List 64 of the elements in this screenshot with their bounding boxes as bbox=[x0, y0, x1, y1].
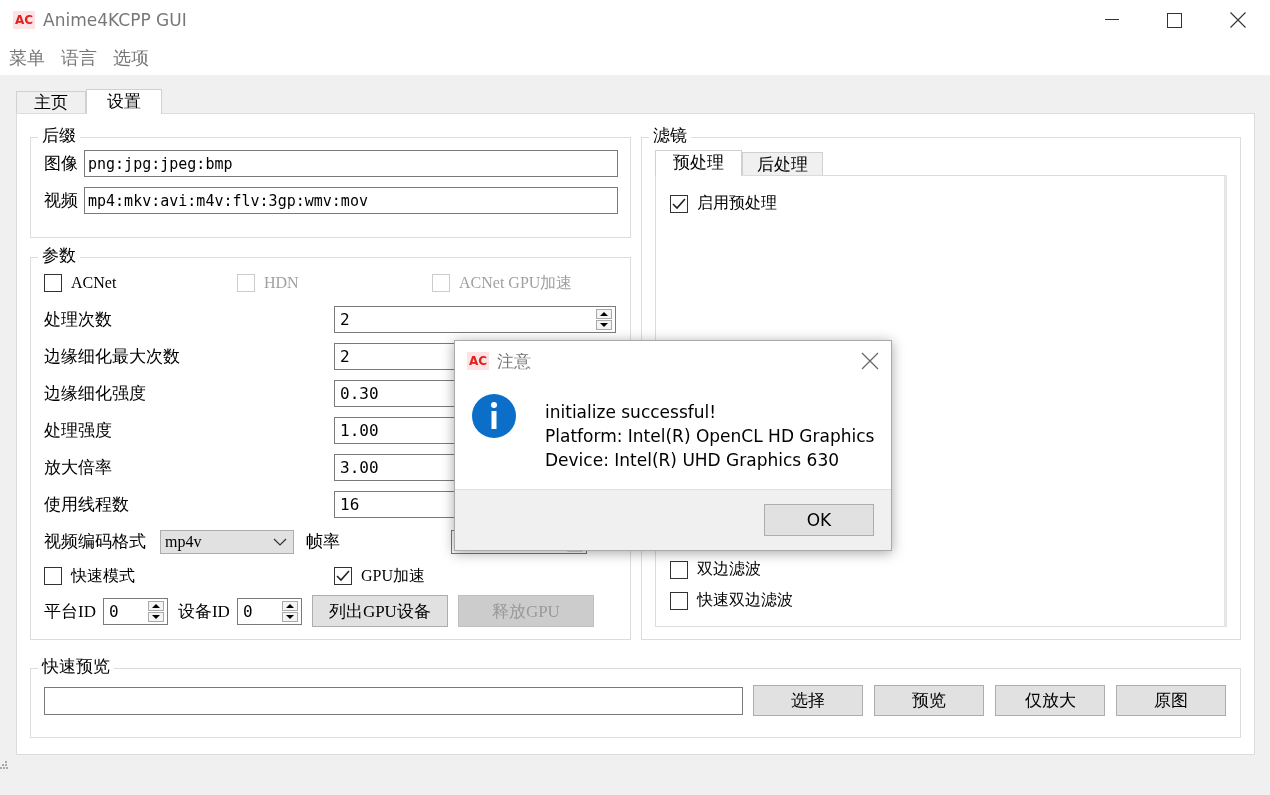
field-label: 处理强度 bbox=[44, 420, 113, 442]
field-label: 平台ID bbox=[44, 600, 96, 623]
checkbox-label: 快速双边滤波 bbox=[697, 590, 793, 611]
input-field[interactable]: mp4:mkv:avi:m4v:flv:3gp:wmv:mov bbox=[84, 187, 618, 214]
message-text: Device: Intel(R) UHD Graphics 630 bbox=[545, 449, 841, 472]
checkbox[interactable] bbox=[670, 591, 688, 610]
spin-box[interactable]: 2 bbox=[334, 306, 616, 333]
message-text: Platform: Intel(R) OpenCL HD Graphics bbox=[545, 425, 875, 448]
group-title: 参数 bbox=[38, 245, 80, 267]
group-title: 滤镜 bbox=[649, 125, 691, 147]
input-field[interactable]: png:jpg:jpeg:bmp bbox=[84, 150, 618, 177]
info-icon bbox=[471, 393, 517, 439]
field-label: 使用线程数 bbox=[44, 494, 130, 516]
menu-item[interactable]: 菜单 bbox=[9, 45, 45, 70]
field-label: 处理次数 bbox=[44, 309, 113, 331]
tab[interactable]: 预处理 bbox=[655, 150, 742, 176]
checkbox-label: 快速模式 bbox=[71, 565, 135, 586]
spin-box[interactable]: 0 bbox=[236, 597, 302, 625]
tab[interactable]: 主页 bbox=[16, 91, 86, 113]
field-label: 图像 bbox=[44, 153, 78, 175]
checkbox[interactable] bbox=[670, 560, 688, 579]
field-label: 视频 bbox=[44, 190, 78, 212]
app-logo: AC bbox=[467, 352, 490, 370]
minimize-icon[interactable] bbox=[1105, 19, 1119, 21]
checkmark-icon bbox=[672, 197, 686, 210]
app-logo: AC bbox=[13, 11, 36, 29]
close-icon[interactable] bbox=[861, 352, 879, 370]
maximize-icon[interactable] bbox=[1167, 12, 1182, 28]
checkbox[interactable] bbox=[44, 567, 62, 585]
menu-item[interactable]: 语言 bbox=[61, 45, 97, 70]
resize-grip-icon[interactable] bbox=[0, 761, 8, 769]
field-label: 边缘细化强度 bbox=[44, 383, 147, 405]
button[interactable]: 预览 bbox=[874, 685, 984, 717]
checkbox-label: GPU加速 bbox=[361, 565, 425, 586]
field-label: 视频编码格式 bbox=[44, 531, 146, 553]
checkbox[interactable] bbox=[44, 274, 62, 292]
checkbox-label: ACNet bbox=[71, 274, 117, 292]
ok-button[interactable]: OK bbox=[764, 504, 874, 536]
file-path-field[interactable] bbox=[44, 686, 743, 715]
menu-item[interactable]: 选项 bbox=[113, 45, 149, 70]
field-label: 边缘细化最大次数 bbox=[44, 346, 181, 368]
chevron-down-icon bbox=[273, 537, 287, 546]
window-title: Anime4KCPP GUI bbox=[43, 10, 188, 30]
checkbox-label: 启用预处理 bbox=[697, 193, 777, 213]
checkbox-label: HDN bbox=[264, 274, 299, 292]
message-text: initialize successful! bbox=[545, 401, 718, 424]
tab[interactable]: 设置 bbox=[86, 89, 162, 114]
checkmark-icon bbox=[336, 570, 350, 582]
button[interactable]: 仅放大 bbox=[995, 685, 1105, 717]
spin-box[interactable]: 0 bbox=[102, 597, 168, 625]
checkbox[interactable] bbox=[670, 194, 688, 213]
close-icon[interactable] bbox=[1230, 12, 1246, 28]
codec-dropdown[interactable]: mp4v bbox=[160, 529, 294, 554]
button[interactable]: 列出GPU设备 bbox=[311, 595, 448, 627]
field-label: 帧率 bbox=[306, 531, 341, 553]
button[interactable]: 原图 bbox=[1116, 685, 1226, 717]
field-label: 设备ID bbox=[177, 600, 230, 623]
tab[interactable]: 后处理 bbox=[742, 152, 823, 175]
button[interactable]: 选择 bbox=[753, 685, 863, 717]
dialog-title: 注意 bbox=[497, 349, 533, 373]
field-label: 放大倍率 bbox=[44, 457, 113, 479]
checkbox-label: 双边滤波 bbox=[697, 559, 761, 580]
checkbox-label: ACNet GPU加速 bbox=[459, 272, 573, 293]
checkbox[interactable] bbox=[334, 567, 352, 585]
